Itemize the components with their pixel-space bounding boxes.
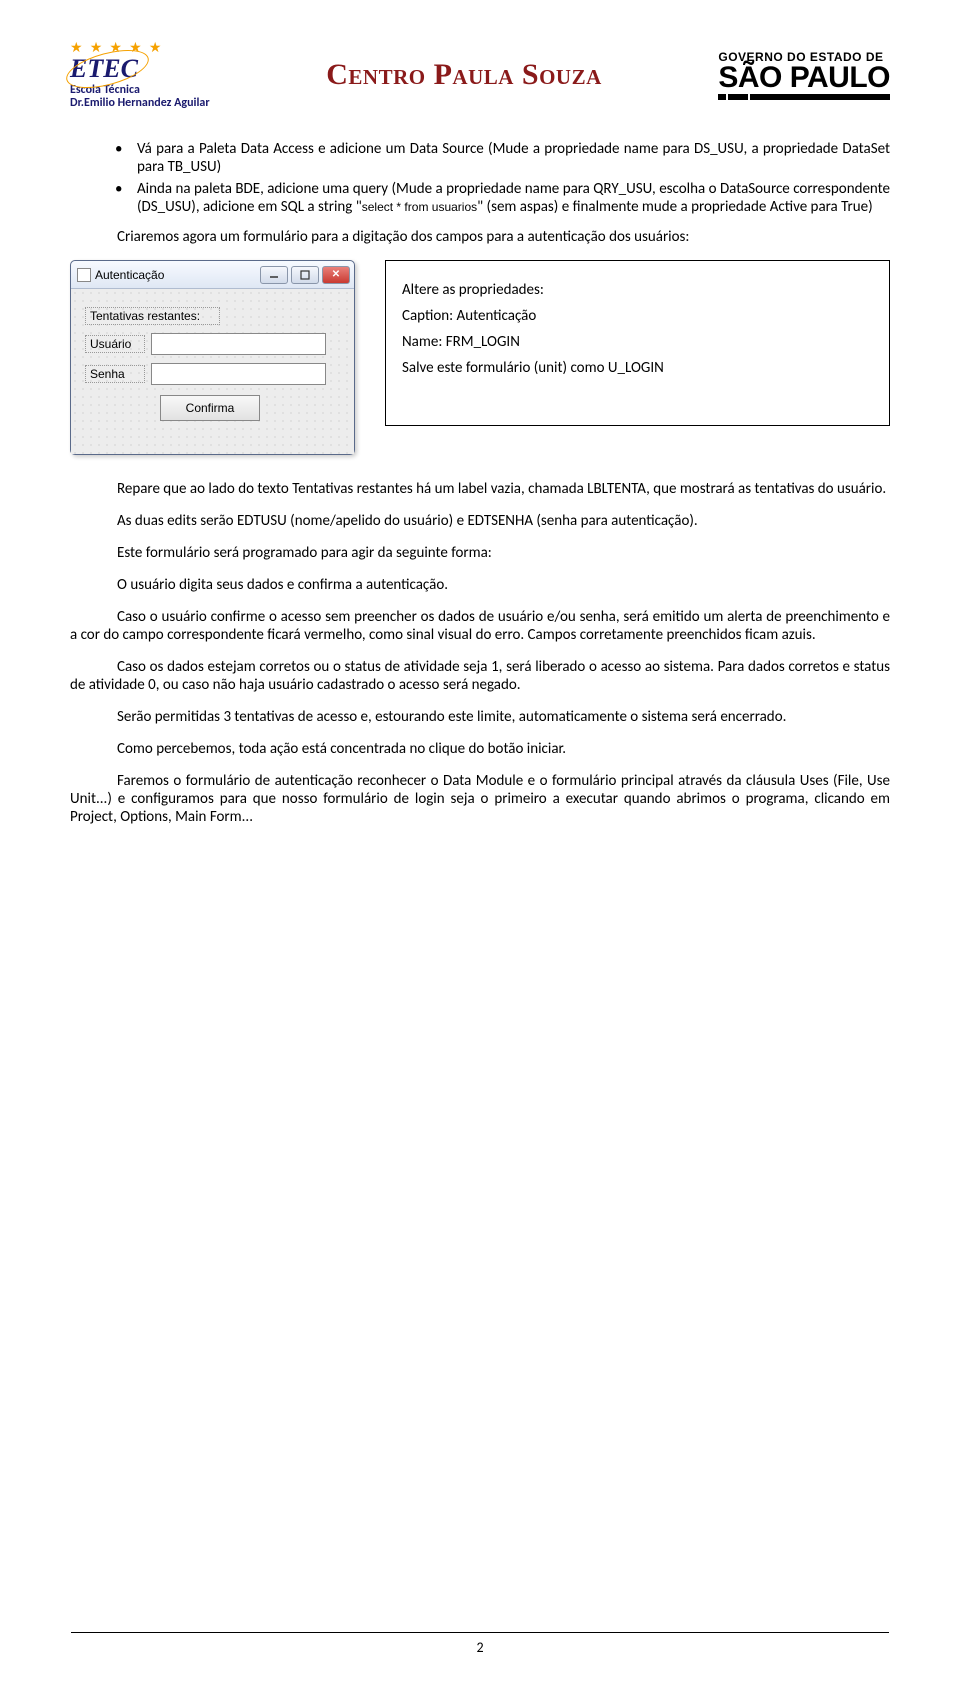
bullet-item: • Ainda na paleta BDE, adicione uma quer… bbox=[115, 180, 890, 216]
body-paragraph: Serão permitidas 3 tentativas de acesso … bbox=[70, 708, 890, 726]
bullet-list: • Vá para a Paleta Data Access e adicion… bbox=[115, 140, 890, 216]
usuario-input[interactable] bbox=[151, 333, 326, 355]
intro-paragraph: Criaremos agora um formulário para a dig… bbox=[70, 228, 890, 246]
props-title: Altere as propriedades: bbox=[402, 281, 873, 299]
etec-logo-block: ★ ★ ★ ★ ★ ETEC Escola Técnica Dr.Emilio … bbox=[70, 40, 210, 110]
bullet-text: Vá para a Paleta Data Access e adicione … bbox=[137, 140, 890, 176]
minimize-button[interactable] bbox=[260, 266, 288, 284]
governo-sp-text: SÃO PAULO bbox=[718, 63, 890, 93]
label-usuario: Usuário bbox=[85, 335, 145, 353]
label-tentativas: Tentativas restantes: bbox=[85, 307, 220, 325]
page-header: ★ ★ ★ ★ ★ ETEC Escola Técnica Dr.Emilio … bbox=[70, 40, 890, 110]
sql-code: select * from usuarios bbox=[362, 200, 477, 214]
etec-school-name: Dr.Emilio Hernandez Aguilar bbox=[70, 97, 210, 110]
props-name: Name: FRM_LOGIN bbox=[402, 333, 873, 351]
bullet-text: Ainda na paleta BDE, adicione uma query … bbox=[137, 180, 890, 216]
props-caption: Caption: Autenticação bbox=[402, 307, 873, 325]
page-number: 2 bbox=[0, 1632, 960, 1656]
maximize-button[interactable] bbox=[291, 266, 319, 284]
bullet-item: • Vá para a Paleta Data Access e adicion… bbox=[115, 140, 890, 176]
bullet-icon: • bbox=[115, 140, 137, 176]
centro-paula-souza-logo: Centro Paula Souza bbox=[326, 58, 602, 92]
delphi-form-window: Autenticação ✕ Tentativas restantes: Usu… bbox=[70, 260, 355, 455]
etec-stars: ★ ★ ★ ★ ★ bbox=[70, 40, 210, 55]
body-paragraph: Este formulário será programado para agi… bbox=[70, 544, 890, 562]
governo-sp-logo: GOVERNO DO ESTADO DE SÃO PAULO bbox=[718, 51, 890, 100]
titlebar: Autenticação ✕ bbox=[71, 261, 354, 289]
etec-logo-text: ETEC bbox=[70, 55, 210, 84]
body-paragraph: Repare que ao lado do texto Tentativas r… bbox=[70, 480, 890, 498]
props-save: Salve este formulário (unit) como U_LOGI… bbox=[402, 359, 873, 377]
body-paragraph: Caso os dados estejam corretos ou o stat… bbox=[70, 658, 890, 694]
body-paragraph: As duas edits serão EDTUSU (nome/apelido… bbox=[70, 512, 890, 530]
form-client-area: Tentativas restantes: Usuário Senha Conf… bbox=[71, 289, 354, 454]
body-paragraph: Faremos o formulário de autenticação rec… bbox=[70, 772, 890, 826]
senha-input[interactable] bbox=[151, 363, 326, 385]
properties-box: Altere as propriedades: Caption: Autenti… bbox=[385, 260, 890, 426]
confirma-button[interactable]: Confirma bbox=[160, 395, 260, 421]
window-title: Autenticação bbox=[95, 268, 164, 282]
app-icon bbox=[77, 268, 91, 282]
close-button[interactable]: ✕ bbox=[322, 266, 350, 284]
label-senha: Senha bbox=[85, 365, 145, 383]
body-paragraph: O usuário digita seus dados e confirma a… bbox=[70, 576, 890, 594]
body-paragraph: Como percebemos, toda ação está concentr… bbox=[70, 740, 890, 758]
body-paragraph: Caso o usuário confirme o acesso sem pre… bbox=[70, 608, 890, 644]
bullet-icon: • bbox=[115, 180, 137, 216]
